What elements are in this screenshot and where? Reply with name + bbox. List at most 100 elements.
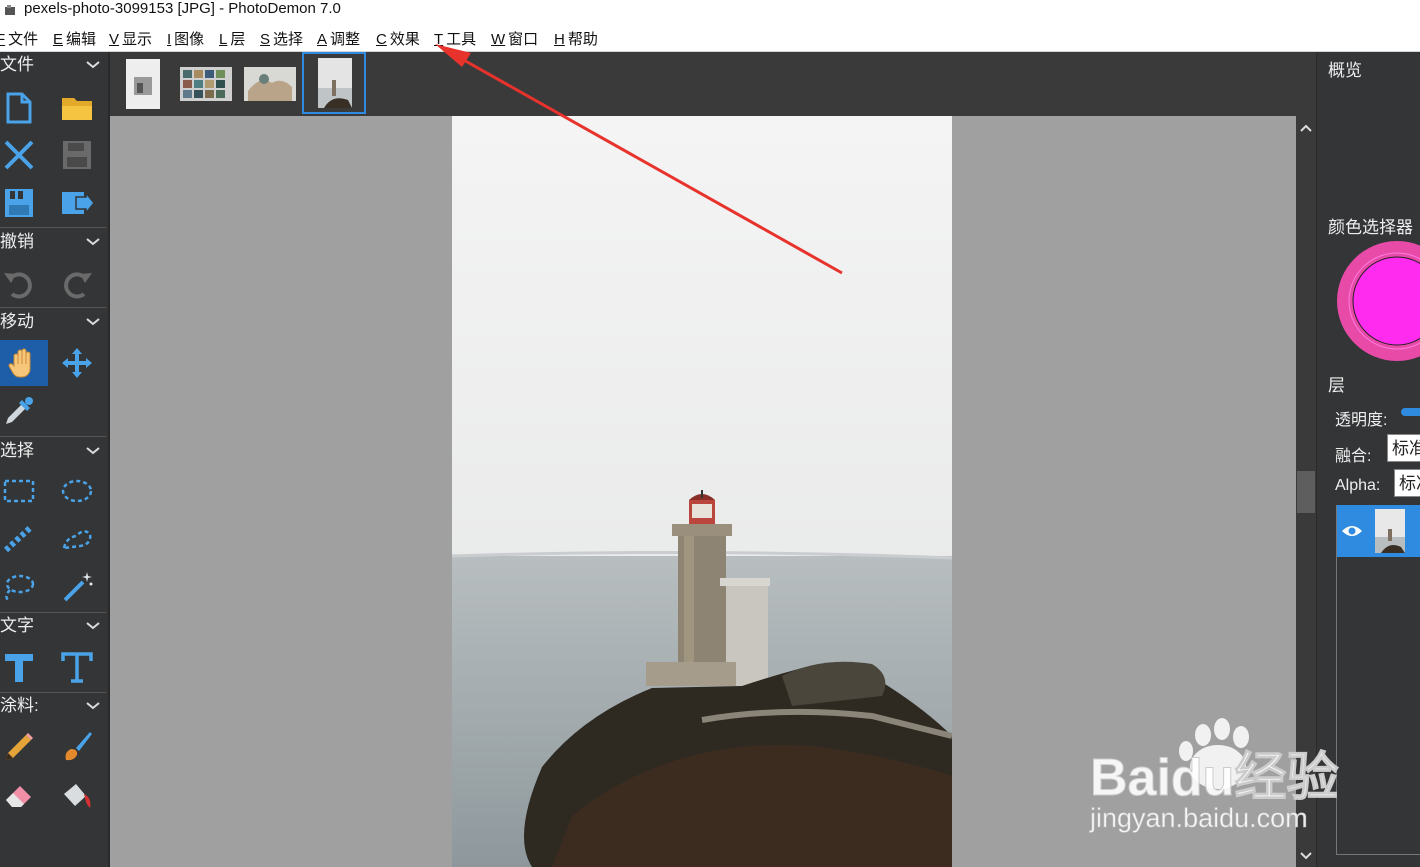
divider: [0, 307, 106, 308]
menu-select[interactable]: S 选择: [260, 28, 303, 49]
eye-icon[interactable]: [1341, 523, 1363, 539]
section-undo[interactable]: 撤销: [0, 229, 108, 255]
text-bold-icon: [5, 654, 33, 682]
overview-title: 概览: [1328, 61, 1362, 80]
save-copy-button[interactable]: [0, 180, 42, 226]
undo-icon: [4, 272, 32, 299]
scroll-down-icon[interactable]: [1296, 846, 1316, 866]
layer-row[interactable]: [1337, 505, 1420, 557]
open-file-button[interactable]: [54, 84, 100, 130]
line-select-icon: [3, 525, 33, 553]
move-tool[interactable]: [54, 340, 100, 386]
magic-wand-tool[interactable]: [54, 564, 100, 610]
line-select-tool[interactable]: [0, 516, 42, 562]
eyedropper-icon: [6, 397, 33, 424]
ellipse-select-icon: [61, 479, 93, 503]
opacity-label: 透明度:: [1335, 412, 1388, 429]
hand-pan-tool[interactable]: [0, 340, 48, 386]
move-arrows-icon: [62, 348, 92, 378]
watermark-brand: Baidu经验: [1090, 749, 1338, 807]
rectangle-select-icon: [3, 479, 35, 503]
advanced-text-tool[interactable]: [54, 644, 100, 690]
menu-file[interactable]: F 文件: [0, 28, 38, 49]
color-picker-title: 颜色选择器: [1328, 218, 1413, 237]
menu-effects[interactable]: C 效果: [376, 28, 420, 49]
chevron-down-icon: [86, 702, 100, 710]
menu-layer[interactable]: L层: [219, 28, 245, 49]
thumbnail-photo-grid[interactable]: [178, 57, 234, 111]
watermark-url: jingyan.baidu.com: [1089, 803, 1308, 833]
lasso-select-tool[interactable]: [0, 564, 42, 610]
polygon-select-tool[interactable]: [54, 516, 100, 562]
alpha-mode-select[interactable]: 标准: [1394, 469, 1420, 497]
app-icon: [5, 5, 15, 15]
menu-image[interactable]: I 图像: [167, 28, 204, 49]
opacity-slider[interactable]: [1401, 408, 1420, 416]
section-paint[interactable]: 涂料:: [0, 693, 108, 719]
section-select[interactable]: 选择: [0, 438, 108, 464]
divider: [0, 436, 106, 437]
fill-bucket-tool[interactable]: [54, 772, 100, 818]
menu-bar: F 文件 E 编辑 V 显示 I 图像 L层 S 选择 A 调整 C 效果 T 工具 W 窗口 H…: [0, 20, 1420, 52]
rect-select-tool[interactable]: [0, 468, 42, 514]
layers-title: 层: [1328, 376, 1345, 395]
paintbrush-tool[interactable]: [54, 724, 100, 770]
eraser-icon: [6, 786, 31, 807]
eraser-tool[interactable]: [0, 772, 42, 818]
image-tabstrip: [110, 52, 1316, 116]
menu-tools[interactable]: T 工具: [434, 28, 476, 49]
chevron-down-icon: [86, 622, 100, 630]
save-button[interactable]: [54, 132, 100, 178]
close-file-button[interactable]: [0, 132, 42, 178]
alpha-label: Alpha:: [1335, 477, 1381, 494]
menu-help[interactable]: H 帮助: [554, 28, 598, 49]
pencil-tool[interactable]: [0, 724, 42, 770]
chevron-down-icon: [86, 238, 100, 246]
thumbnail-gray-sketch[interactable]: [122, 57, 178, 111]
pencil-icon: [6, 733, 33, 760]
scroll-up-icon[interactable]: [1296, 118, 1316, 138]
hand-icon: [8, 348, 31, 378]
close-icon: [4, 140, 34, 170]
text-serif-icon: [61, 652, 93, 683]
blend-mode-select[interactable]: 标准: [1387, 434, 1420, 462]
new-file-icon: [6, 92, 32, 124]
ellipse-select-tool[interactable]: [54, 468, 100, 514]
menu-view[interactable]: V 显示: [109, 28, 152, 49]
menu-window[interactable]: W 窗口: [491, 28, 538, 49]
section-text[interactable]: 文字: [0, 613, 108, 639]
lighthouse-photo[interactable]: [452, 116, 952, 867]
save-copy-icon: [5, 189, 33, 217]
color-wheel[interactable]: [1335, 239, 1420, 363]
section-move[interactable]: 移动: [0, 309, 108, 335]
redo-icon: [64, 272, 92, 299]
menu-adjust[interactable]: A 调整: [317, 28, 360, 49]
folder-open-icon: [62, 98, 92, 120]
divider: [0, 227, 106, 228]
export-button[interactable]: [54, 180, 100, 226]
thumbnail-hands[interactable]: [242, 57, 298, 111]
polygon-select-icon: [62, 530, 92, 550]
paint-bucket-icon: [64, 784, 91, 808]
basic-text-tool[interactable]: [0, 644, 42, 690]
section-file[interactable]: 文件: [0, 52, 108, 78]
title-bar: pexels-photo-3099153 [JPG] - PhotoDemon …: [0, 0, 1420, 20]
paintbrush-icon: [65, 732, 92, 761]
export-icon: [62, 190, 95, 216]
layer-list[interactable]: [1336, 505, 1420, 855]
undo-button[interactable]: [0, 261, 42, 307]
redo-button[interactable]: [54, 261, 100, 307]
chevron-down-icon: [86, 318, 100, 326]
left-toolbox: 文件 撤销 移动 选择 文字 涂料:: [0, 52, 110, 867]
lasso-icon: [5, 574, 35, 601]
scrollbar-thumb[interactable]: [1297, 471, 1315, 513]
blend-label: 融合:: [1335, 448, 1372, 465]
color-picker-tool[interactable]: [0, 388, 42, 434]
layer-thumbnail: [1375, 509, 1405, 553]
chevron-down-icon: [86, 61, 100, 69]
new-file-button[interactable]: [0, 84, 42, 130]
magic-wand-icon: [63, 572, 93, 602]
menu-edit[interactable]: E 编辑: [53, 28, 96, 49]
thumbnail-lighthouse[interactable]: [302, 52, 366, 114]
save-disk-icon: [63, 141, 91, 169]
